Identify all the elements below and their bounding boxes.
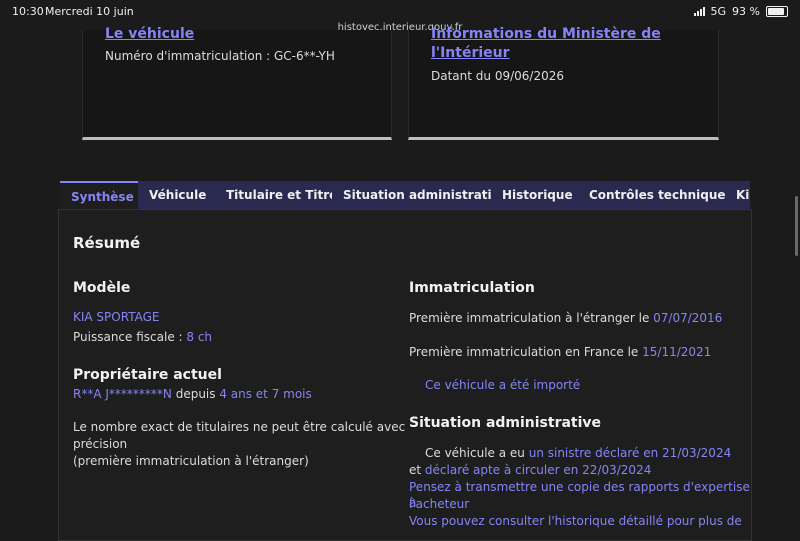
page-scrollbar[interactable] <box>795 196 798 256</box>
vehicle-card: Le véhicule Numéro d'immatriculation : G… <box>82 26 392 140</box>
registration-number: Numéro d'immatriculation : GC-6**-YH <box>105 49 335 63</box>
owner-note-line1: Le nombre exact de titulaires ne peut êt… <box>73 420 406 434</box>
tab-vehicule[interactable]: Véhicule <box>138 181 218 209</box>
admin-prefix: Ce véhicule a eu <box>425 446 529 460</box>
france-label: Première immatriculation en France le <box>409 345 643 359</box>
abroad-label: Première immatriculation à l'étranger le <box>409 311 654 325</box>
ministry-card: Informations du Ministère de l'Intérieur… <box>408 26 719 140</box>
admin-sinistre-line: Ce véhicule a eu un sinistre déclaré en … <box>425 445 731 461</box>
apte-link[interactable]: déclaré apte à circuler en 22/03/2024 <box>425 463 651 477</box>
tab-controles-techniques[interactable]: Contrôles techniques <box>578 181 744 209</box>
battery-icon <box>766 6 788 17</box>
owner-line: R**A J*********N depuis 4 ans et 7 mois <box>73 386 312 402</box>
tab-synthese[interactable]: Synthèse <box>60 181 145 211</box>
signal-icon <box>693 7 705 16</box>
fiscal-power-value: 8 ch <box>186 330 213 344</box>
status-indicators: 5G 93 % <box>693 5 788 18</box>
sinistre-link[interactable]: un sinistre déclaré en 21/03/2024 <box>529 446 732 460</box>
tab-bar: Synthèse Véhicule Titulaire et Titre Sit… <box>58 181 750 211</box>
owner-duration: 4 ans et 7 mois <box>219 387 312 401</box>
model-heading: Modèle <box>73 280 131 296</box>
model-name: KIA SPORTAGE <box>73 310 160 324</box>
owner-heading: Propriétaire actuel <box>73 367 222 383</box>
status-date: Mercredi 10 juin <box>45 5 134 18</box>
history-more-link[interactable]: Vous pouvez consulter l'historique détai… <box>409 513 742 529</box>
fiscal-power-label: Puissance fiscale : <box>73 330 187 344</box>
summary-heading: Résumé <box>73 234 141 252</box>
vehicle-card-title[interactable]: Le véhicule <box>105 24 194 44</box>
owner-name: R**A J*********N <box>73 387 172 401</box>
admin-heading: Situation administrative <box>409 415 602 431</box>
registration-heading: Immatriculation <box>409 280 535 296</box>
owner-note-line2: précision <box>73 437 128 451</box>
first-registration-abroad: Première immatriculation à l'étranger le… <box>409 310 722 326</box>
battery-label: 93 % <box>732 5 760 18</box>
fiscal-power: Puissance fiscale : 8 ch <box>73 329 212 345</box>
expertise-advice-line2[interactable]: l'acheteur <box>409 496 469 512</box>
france-date: 15/11/2021 <box>642 345 712 359</box>
summary-panel: Résumé Modèle KIA SPORTAGE Puissance fis… <box>58 209 752 541</box>
ministry-date: Datant du 09/06/2026 <box>431 69 564 83</box>
network-label: 5G <box>710 5 727 18</box>
tab-kilometrage[interactable]: Kilométrage <box>725 181 750 209</box>
abroad-date: 07/07/2016 <box>653 311 723 325</box>
ministry-card-title-line1[interactable]: Informations du Ministère de <box>431 24 661 44</box>
tab-titulaire[interactable]: Titulaire et Titre <box>215 181 349 209</box>
admin-apte-line: et déclaré apte à circuler en 22/03/2024 <box>409 462 651 478</box>
tab-historique[interactable]: Historique <box>491 181 584 209</box>
status-time: 10:30 <box>12 5 44 18</box>
imported-link[interactable]: Ce véhicule a été importé <box>425 377 580 393</box>
first-registration-france: Première immatriculation en France le 15… <box>409 344 711 360</box>
owner-since-label: depuis <box>171 387 220 401</box>
ministry-card-title-line2[interactable]: l'Intérieur <box>431 43 510 63</box>
owner-note-line3: (première immatriculation à l'étranger) <box>73 454 309 468</box>
admin-and: et <box>409 463 425 477</box>
